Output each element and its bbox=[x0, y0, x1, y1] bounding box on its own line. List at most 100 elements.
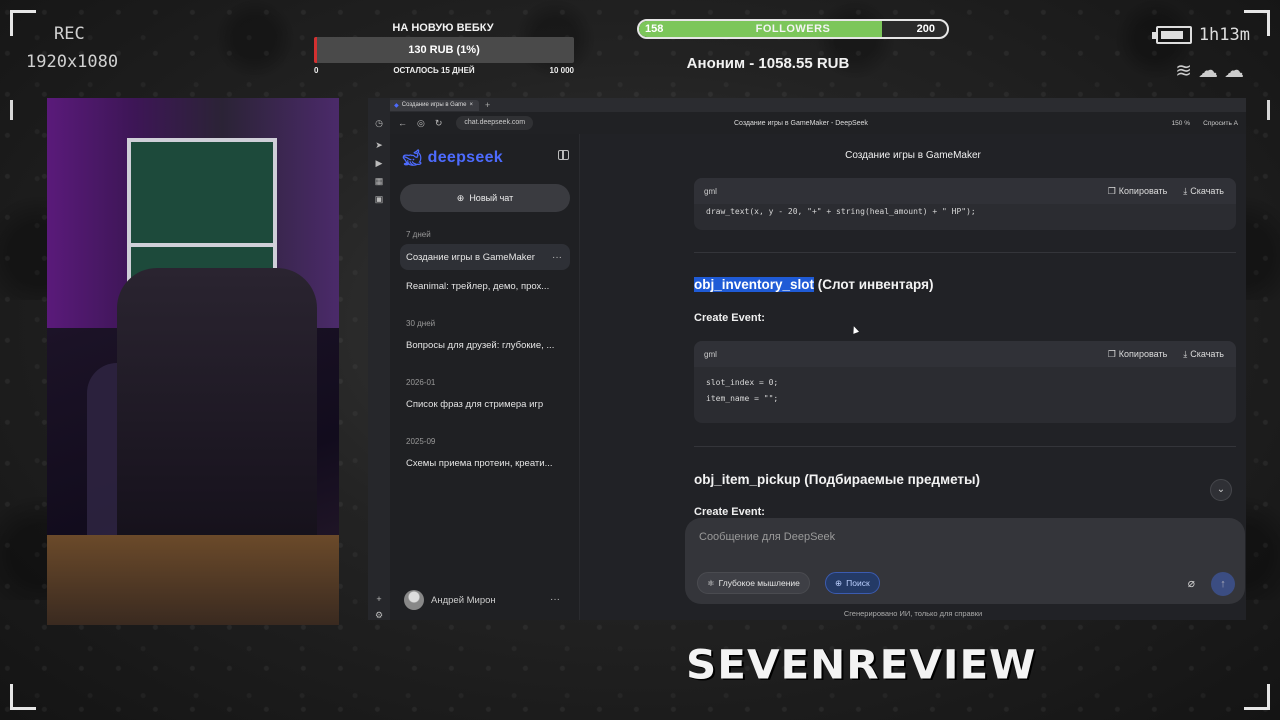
chat-item[interactable]: Reanimal: трейлер, демо, прох... bbox=[400, 273, 570, 299]
chat-item-label: Reanimal: трейлер, демо, прох... bbox=[406, 280, 550, 292]
deepseek-favicon: ◆ bbox=[394, 102, 399, 109]
channel-brand: SEVENREVIEW bbox=[686, 641, 1037, 688]
more-icon[interactable]: ··· bbox=[552, 252, 562, 263]
user-profile[interactable]: Андрей Мирон bbox=[404, 590, 496, 610]
rec-label: REC bbox=[54, 24, 85, 44]
download-icon: ⤓ bbox=[1183, 348, 1188, 359]
tab-active[interactable]: ◆ Создание игры в Game × bbox=[388, 99, 480, 111]
message-input[interactable]: Сообщение для DeepSeek bbox=[699, 531, 835, 543]
attach-icon[interactable]: ⌀ bbox=[1188, 576, 1195, 590]
code-block: gml ❐ Копировать ⤓ Скачать slot_index = 0;… bbox=[694, 341, 1236, 423]
top-donor: Аноним - 1058.55 RUB bbox=[686, 55, 850, 72]
tab-strip: ◉ ◆ Создание игры в Game × + bbox=[368, 98, 1246, 112]
code-content: draw_text(x, y - 20, "+" + string(heal_a… bbox=[706, 207, 976, 216]
user-name: Андрей Мирон bbox=[431, 594, 496, 606]
deep-think-toggle[interactable]: ⚛ Глубокое мышление bbox=[697, 572, 810, 594]
collapse-sidebar-icon[interactable] bbox=[558, 150, 569, 160]
group-label: 30 дней bbox=[406, 319, 436, 328]
new-chat-button[interactable]: ⊕ Новый чат bbox=[400, 184, 570, 212]
timer-label: 1h13m bbox=[1198, 25, 1250, 45]
zoom-level[interactable]: 150 % bbox=[1172, 120, 1190, 127]
divider bbox=[694, 252, 1236, 253]
code-lang: gml bbox=[704, 349, 717, 359]
resolution-label: 1920x1080 bbox=[26, 52, 119, 72]
address-bar: ← ◎ ↻ chat.deepseek.com Создание игры в … bbox=[390, 114, 1246, 132]
message-composer[interactable]: Сообщение для DeepSeek ⚛ Глубокое мышлен… bbox=[685, 518, 1245, 604]
grid-icon[interactable]: ▦ bbox=[374, 176, 384, 186]
divider bbox=[694, 446, 1236, 447]
user-more-icon[interactable]: ··· bbox=[550, 594, 560, 605]
copy-button[interactable]: ❐ Копировать bbox=[1108, 349, 1168, 360]
followers-current: 158 bbox=[645, 23, 664, 35]
new-tab-icon[interactable]: + bbox=[485, 100, 490, 110]
group-label: 7 дней bbox=[406, 230, 431, 239]
plus-circle-icon: ⊕ bbox=[456, 192, 465, 203]
download-icon: ⤓ bbox=[1183, 185, 1188, 196]
group-label: 2026-01 bbox=[406, 378, 436, 387]
reload-icon[interactable]: ↻ bbox=[435, 118, 443, 129]
download-label: Скачать bbox=[1190, 186, 1224, 196]
atom-icon: ⚛ bbox=[707, 577, 715, 588]
avatar bbox=[404, 590, 424, 610]
download-button[interactable]: ⤓ Скачать bbox=[1183, 349, 1224, 360]
browser-sidebar: ◷ ➤ ▶ ▦ ▣ + ⚙ bbox=[368, 98, 390, 620]
url-field[interactable]: chat.deepseek.com bbox=[456, 116, 534, 130]
deepseek-sidebar: 🐋︎ deepseek ⊕ Новый чат 7 дней Создание … bbox=[390, 134, 580, 620]
download-button[interactable]: ⤓ Скачать bbox=[1183, 186, 1224, 197]
goal-min: 0 bbox=[314, 66, 319, 75]
copy-button[interactable]: ❐ Копировать bbox=[1108, 186, 1168, 197]
page-title: Создание игры в GameMaker - DeepSeek bbox=[734, 119, 868, 127]
code-lang: gml bbox=[704, 186, 717, 196]
send-button[interactable]: ↑ bbox=[1211, 572, 1235, 596]
logo-text: deepseek bbox=[427, 149, 503, 166]
frame-marker-right bbox=[1267, 100, 1270, 120]
chat-item[interactable]: Схемы приема протеин, креати... bbox=[400, 450, 570, 476]
copy-label: Копировать bbox=[1118, 349, 1168, 359]
search-label: Поиск bbox=[846, 578, 870, 588]
frame-corner-bottom-right bbox=[1244, 684, 1270, 710]
chat-item-label: Схемы приема протеин, креати... bbox=[406, 457, 553, 469]
deepseek-logo[interactable]: 🐋︎ deepseek bbox=[402, 148, 503, 168]
scroll-down-button[interactable]: ⌄ bbox=[1210, 479, 1232, 501]
chat-title: Создание игры в GameMaker bbox=[845, 150, 981, 161]
screenshot-icon[interactable]: ▣ bbox=[374, 194, 384, 204]
globe-icon: ⊕ bbox=[835, 577, 843, 588]
shield-icon[interactable]: ◎ bbox=[417, 118, 425, 129]
browser-window: ◉ ◆ Создание игры в Game × + ◷ ➤ ▶ ▦ ▣ +… bbox=[368, 98, 1246, 620]
chat-item[interactable]: Список фраз для стримера игр bbox=[400, 391, 570, 417]
heading-text: (Слот инвентаря) bbox=[814, 277, 934, 292]
history-icon[interactable]: ◷ bbox=[374, 118, 384, 128]
donation-goal: НА НОВУЮ ВЕБКУ 130 RUB (1%) 0 ОСТАЛОСЬ 1… bbox=[314, 22, 574, 75]
section-heading: obj_item_pickup (Подбираемые предметы) bbox=[694, 472, 981, 487]
play-icon[interactable]: ▶ bbox=[374, 158, 384, 168]
weather-icons: ≋ ☁ ☁ bbox=[1175, 58, 1244, 83]
copy-icon: ❐ bbox=[1107, 185, 1116, 196]
new-chat-label: Новый чат bbox=[469, 193, 514, 203]
chat-item[interactable]: Вопросы для друзей: глубокие, ... bbox=[400, 332, 570, 358]
back-icon[interactable]: ← bbox=[398, 118, 407, 129]
battery-icon bbox=[1152, 26, 1192, 44]
goal-remaining: ОСТАЛОСЬ 15 ДНЕЙ bbox=[393, 66, 475, 75]
search-toggle[interactable]: ⊕ Поиск bbox=[825, 572, 880, 594]
chat-item-label: Вопросы для друзей: глубокие, ... bbox=[406, 339, 555, 351]
event-label: Create Event: bbox=[694, 312, 765, 324]
goal-title: НА НОВУЮ ВЕБКУ bbox=[392, 22, 494, 34]
settings-icon[interactable]: ⚙ bbox=[374, 610, 384, 620]
goal-max: 10 000 bbox=[549, 66, 574, 75]
event-label: Create Event: bbox=[694, 506, 765, 518]
chat-item-active[interactable]: Создание игры в GameMaker ··· bbox=[400, 244, 570, 270]
chat-area: Создание игры в GameMaker gml ❐ Копироват… bbox=[580, 134, 1246, 620]
code-block: gml ❐ Копировать ⤓ Скачать draw_text(x, y … bbox=[694, 178, 1236, 230]
whale-icon: 🐋︎ bbox=[402, 150, 423, 167]
add-panel-icon[interactable]: + bbox=[374, 594, 384, 604]
frame-corner-top-left bbox=[10, 10, 36, 36]
deep-think-label: Глубокое мышление bbox=[718, 578, 800, 588]
telegram-icon[interactable]: ➤ bbox=[374, 140, 384, 150]
ask-ai-button[interactable]: Спросить А bbox=[1203, 120, 1238, 127]
frame-marker-left bbox=[10, 100, 13, 120]
followers-target: 200 bbox=[916, 23, 935, 35]
chat-item-label: Создание игры в GameMaker bbox=[406, 251, 535, 263]
tab-close-icon[interactable]: × bbox=[470, 102, 474, 108]
heading-code-highlight: obj_inventory_slot bbox=[694, 277, 815, 292]
group-label: 2025-09 bbox=[406, 437, 436, 446]
